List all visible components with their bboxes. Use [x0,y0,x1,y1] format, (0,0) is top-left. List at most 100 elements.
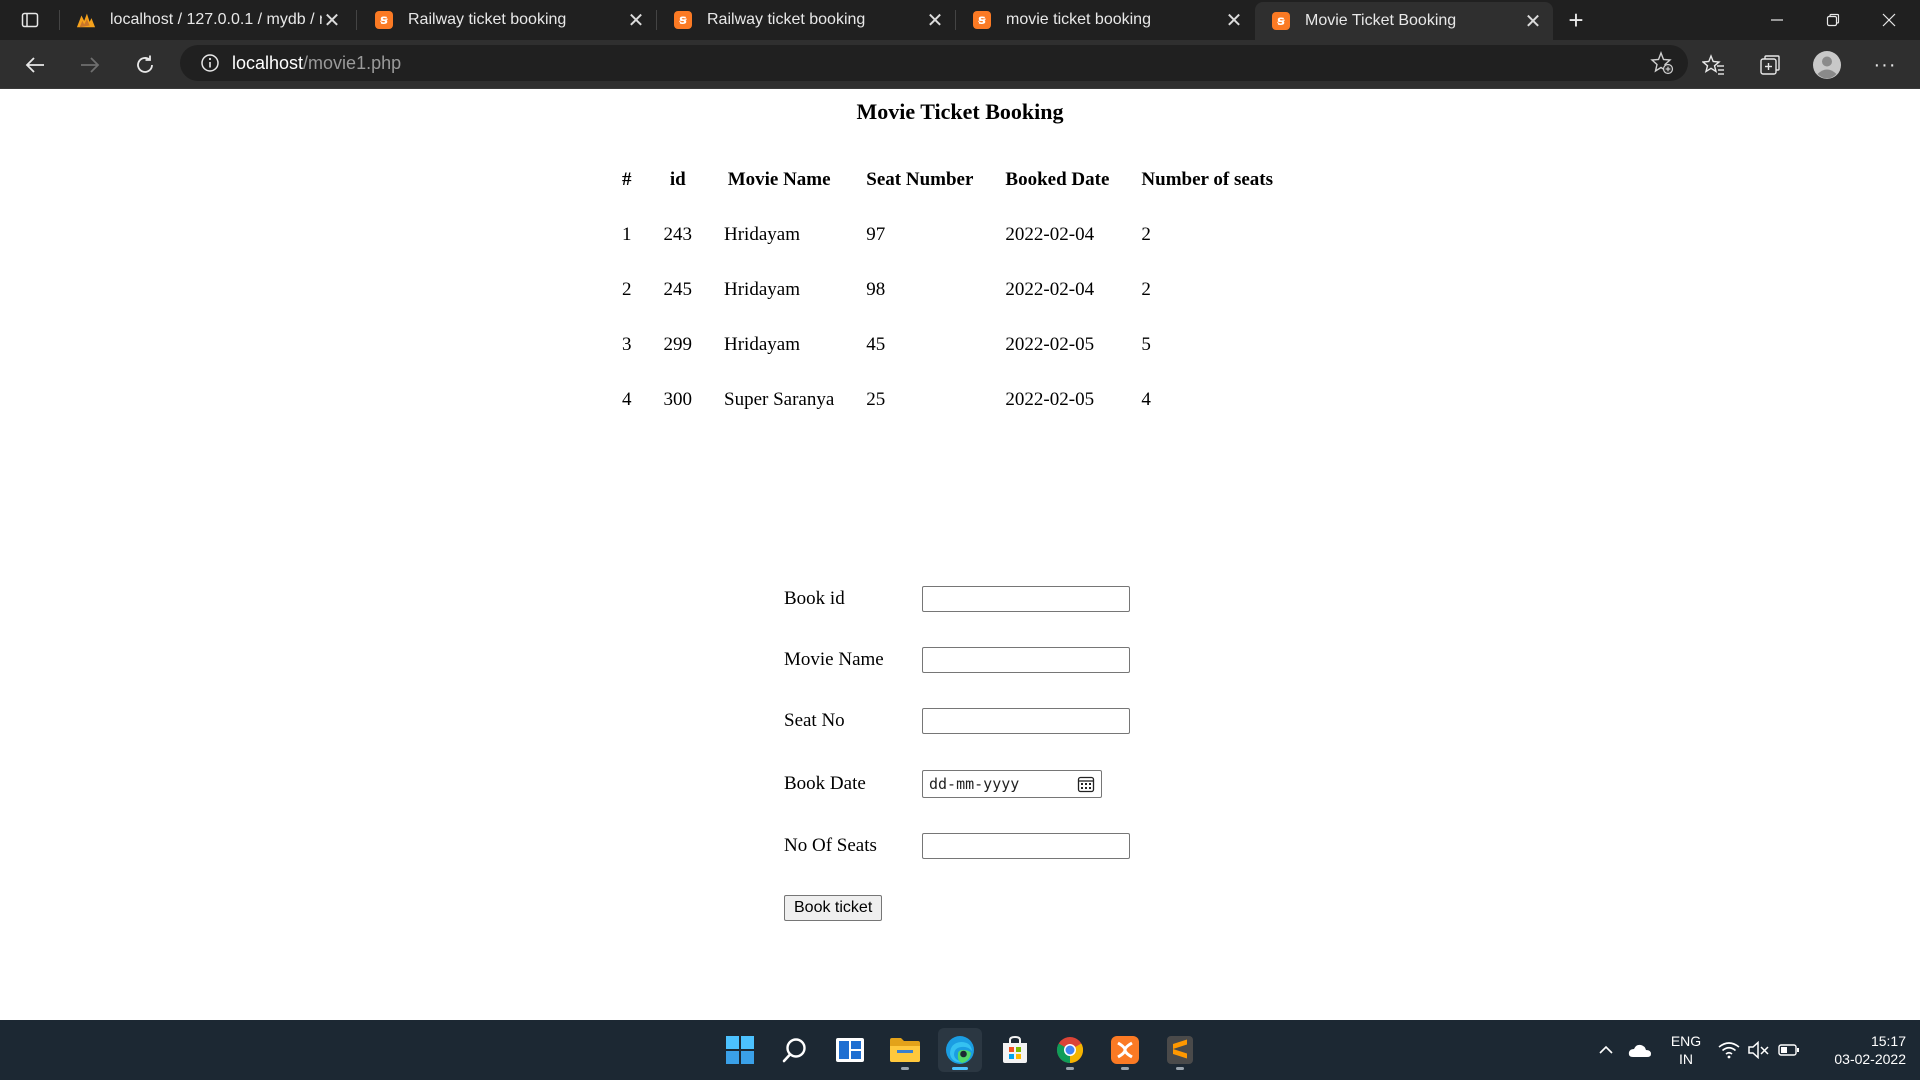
table-cell: 1 [622,223,632,245]
table-cell: 2022-02-05 [1005,333,1095,355]
table-cell: 2022-02-05 [1005,388,1095,410]
show-hidden-icons-button[interactable] [1598,1020,1614,1080]
edge-button[interactable] [938,1028,982,1072]
table-cell: 2 [1141,223,1151,245]
close-icon[interactable]: ✕ [322,10,342,32]
calendar-icon[interactable] [1077,775,1095,793]
table-cell: Hridayam [724,223,800,245]
tab-actions-button[interactable] [14,8,46,32]
form-row-movie-name: Movie Name [784,647,1130,673]
page-title: Movie Ticket Booking [856,99,1064,124]
tab-title: Railway ticket booking [408,11,567,28]
store-icon [1003,1035,1027,1063]
date-placeholder: dd-mm-yyyy [929,775,1020,793]
url-text: localhost/movie1.php [232,53,401,74]
folder-icon [890,1038,920,1062]
restore-icon [1826,13,1840,27]
search-button[interactable] [773,1028,817,1072]
address-bar[interactable]: localhost/movie1.php [180,45,1688,81]
start-button[interactable] [718,1028,762,1072]
clock-time: 15:17 [1870,1033,1906,1049]
table-cell: 25 [866,388,886,410]
clock[interactable]: 15:17 03-02-2022 [1810,1020,1906,1080]
url-host: localhost [232,52,304,73]
tab-movie-lower[interactable]: ꞩ movie ticket booking ✕ [956,0,1254,40]
collections-button[interactable] [1753,48,1787,82]
xampp-icon: ꞩ [673,10,693,30]
wifi-icon [1718,1042,1740,1059]
windows-taskbar: ENG IN 15:17 03-02-2022 [0,1020,1920,1080]
column-header: Movie Name [727,168,831,190]
close-icon[interactable]: ✕ [925,10,945,32]
column-header: Seat Number [866,168,974,190]
book-date-label: Book Date [784,773,866,794]
table-cell: 2 [622,278,632,300]
no-of-seats-label: No Of Seats [784,835,877,856]
table-cell: 45 [866,333,886,355]
close-window-button[interactable] [1861,0,1917,40]
tab-phpmyadmin[interactable]: localhost / 127.0.0.1 / mydb / mo ✕ [60,0,352,40]
forward-button[interactable] [73,48,107,82]
tab-actions-icon [21,12,39,28]
column-header: Booked Date [1005,168,1110,190]
profile-avatar-icon [1813,51,1841,79]
tab-railway-1[interactable]: ꞩ Railway ticket booking ✕ [358,0,656,40]
sublime-text-icon [1167,1036,1193,1064]
form-row-no-of-seats: No Of Seats [784,833,1130,859]
movie-name-input[interactable] [922,647,1130,673]
tab-movie-active[interactable]: ꞩ Movie Ticket Booking ✕ [1255,2,1553,40]
close-icon[interactable]: ✕ [1224,10,1244,32]
chrome-button[interactable] [1048,1028,1092,1072]
table-row: 2 245 Hridayam 98 2022-02-04 2 [607,263,1288,316]
tab-title: Movie Ticket Booking [1305,12,1457,29]
site-info-icon[interactable] [192,53,228,73]
forward-arrow-icon [81,57,100,73]
volume-button[interactable] [1748,1020,1770,1080]
book-id-input[interactable] [922,586,1130,612]
settings-more-button[interactable]: ··· [1868,48,1902,82]
network-button[interactable] [1718,1020,1740,1080]
tab-title: Railway ticket booking [707,11,866,28]
refresh-icon [137,55,153,73]
table-cell: 98 [866,278,886,300]
xampp-button[interactable] [1103,1028,1147,1072]
book-id-label: Book id [784,588,845,609]
onedrive-button[interactable] [1628,1020,1652,1080]
add-favorite-icon[interactable] [1650,51,1674,80]
restore-button[interactable] [1805,0,1861,40]
seat-no-label: Seat No [784,710,845,731]
url-path: /movie1.php [303,52,402,73]
table-cell: Super Saranya [724,388,835,410]
task-view-button[interactable] [828,1028,872,1072]
language-indicator[interactable]: ENG IN [1666,1020,1706,1080]
table-cell: 97 [866,223,886,245]
tab-railway-2[interactable]: ꞩ Railway ticket booking ✕ [657,0,955,40]
book-date-input[interactable]: dd-mm-yyyy [922,770,1102,798]
form-row-book-id: Book id [784,586,1130,612]
column-header: Number of seats [1141,168,1273,190]
favorites-button[interactable] [1697,48,1731,82]
minimize-icon [1771,19,1783,21]
profile-button[interactable] [1810,48,1844,82]
microsoft-store-button[interactable] [993,1028,1037,1072]
no-of-seats-input[interactable] [922,833,1130,859]
tab-title: localhost / 127.0.0.1 / mydb / mo [110,11,322,28]
tab-title: movie ticket booking [1006,11,1151,28]
tab-strip: localhost / 127.0.0.1 / mydb / mo ✕ ꞩ Ra… [0,0,1920,40]
refresh-button[interactable] [128,48,162,82]
close-icon[interactable]: ✕ [1523,11,1543,33]
battery-icon [1778,1044,1799,1056]
file-explorer-button[interactable] [883,1028,927,1072]
table-cell: 245 [663,278,693,300]
minimize-button[interactable] [1749,0,1805,40]
close-icon[interactable]: ✕ [626,10,646,32]
book-ticket-button[interactable]: Book ticket [784,895,883,921]
battery-button[interactable] [1778,1020,1800,1080]
new-tab-button[interactable]: + [1562,5,1590,35]
table-cell: 2022-02-04 [1005,223,1095,245]
seat-no-input[interactable] [922,708,1130,734]
sublime-text-button[interactable] [1158,1028,1202,1072]
table-row: 4 300 Super Saranya 25 2022-02-05 4 [607,373,1288,426]
chevron-up-icon [1599,1045,1613,1054]
back-button[interactable] [18,48,52,82]
